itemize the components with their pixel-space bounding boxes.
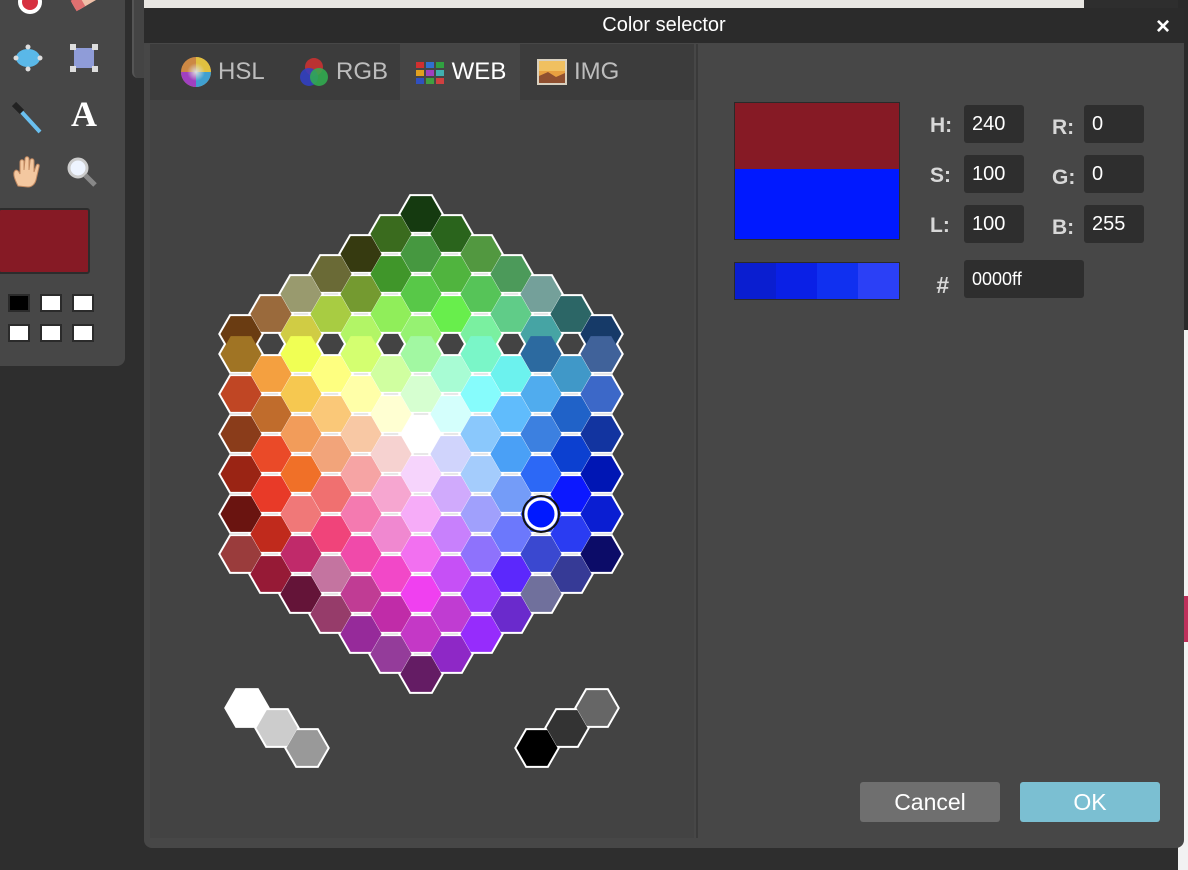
tools-panel: A [0,0,125,366]
s-label: S: [930,164,951,187]
hand-icon[interactable] [8,154,44,190]
ok-button[interactable]: OK [1020,782,1160,822]
eyedropper-icon[interactable] [10,102,46,138]
g-label: G: [1052,166,1076,189]
l-label: L: [930,214,950,237]
hue-input[interactable] [964,105,1024,143]
web-color-palette [218,194,624,768]
shade-swatch[interactable] [858,263,899,299]
green-input[interactable] [1084,155,1144,193]
eraser-icon[interactable] [66,0,102,22]
mini-color-swatch[interactable] [8,294,30,312]
color-selector-dialog: Color selector × HSL RGB WEB IMG H: 240 … [144,8,1184,848]
saturation-input[interactable] [964,155,1024,193]
selected-color-marker [524,497,558,531]
mini-color-swatch[interactable] [72,324,94,342]
color-preview [734,102,900,240]
hex-label: # [936,272,949,298]
ellipse-tool-icon[interactable] [10,40,46,76]
zoom-icon[interactable] [64,154,100,190]
mini-color-swatch[interactable] [40,324,62,342]
foreground-color-swatch[interactable] [0,208,90,274]
red-input[interactable] [1084,105,1144,143]
h-label: H: [930,114,953,137]
mini-color-swatch[interactable] [72,294,94,312]
mini-color-swatch[interactable] [40,294,62,312]
dialog-title: Color selector [602,14,726,36]
r-label: R: [1052,116,1075,139]
previous-color-swatch[interactable] [735,103,899,169]
shade-swatch[interactable] [776,263,817,299]
dialog-titlebar: Color selector × [144,8,1184,43]
pane-divider [696,44,698,838]
cancel-button[interactable]: Cancel [860,782,1000,822]
lightness-input[interactable] [964,205,1024,243]
palette-pane: HSL RGB WEB IMG [150,44,694,838]
b-label: B: [1052,216,1075,239]
hex-input[interactable] [964,260,1084,298]
shade-swatch[interactable] [817,263,858,299]
new-color-swatch [735,169,899,239]
canvas-edge [144,0,1084,8]
mini-color-swatch[interactable] [8,324,30,342]
rectangle-tool-icon[interactable] [66,40,102,76]
close-icon[interactable]: × [1156,10,1170,44]
blue-input[interactable] [1084,205,1144,243]
shade-strip [734,262,900,300]
record-icon[interactable] [12,0,48,20]
text-tool-icon[interactable]: A [66,96,102,132]
shade-swatch[interactable] [735,263,776,299]
